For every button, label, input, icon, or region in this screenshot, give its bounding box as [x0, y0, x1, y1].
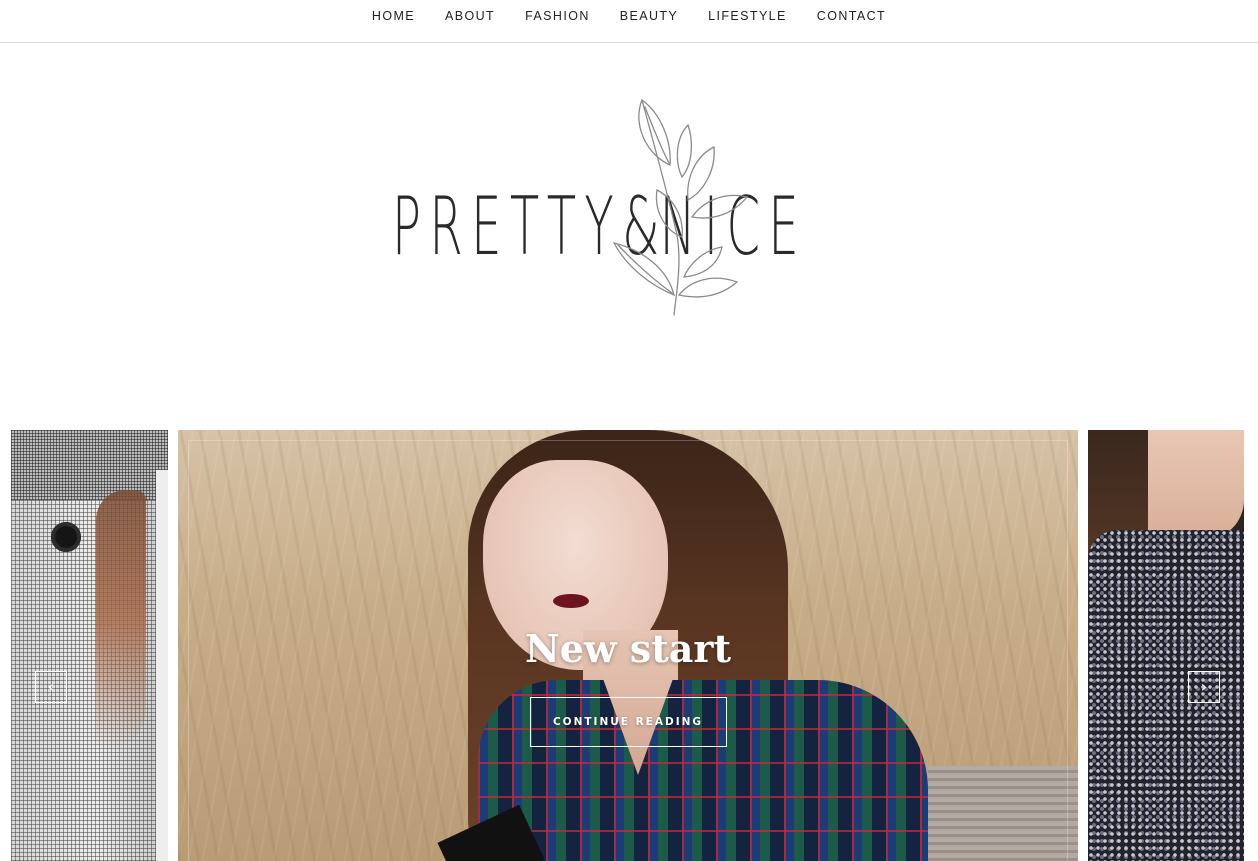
slide-image-next[interactable] [1088, 430, 1244, 861]
coat-button-graphic [51, 522, 81, 552]
nav-item-beauty[interactable]: BEAUTY [605, 9, 693, 23]
slider-prev-button[interactable]: ‹ [35, 671, 67, 703]
slide-image-previous[interactable] [11, 430, 168, 861]
nav-item-lifestyle[interactable]: LIFESTYLE [693, 9, 802, 23]
site-logo[interactable]: PRETTY&NICE [392, 95, 892, 320]
slide-caption: New start CONTINUE READING [178, 625, 1078, 747]
nav-item-home[interactable]: HOME [357, 9, 430, 23]
continue-reading-button[interactable]: CONTINUE READING [529, 697, 727, 747]
nav-item-fashion[interactable]: FASHION [510, 9, 605, 23]
top-navigation: HOME ABOUT FASHION BEAUTY LIFESTYLE CONT… [0, 0, 1258, 43]
chevron-left-icon: ‹ [47, 677, 55, 696]
nav-item-contact[interactable]: CONTACT [802, 9, 901, 23]
nav-menu: HOME ABOUT FASHION BEAUTY LIFESTYLE CONT… [357, 9, 901, 23]
slide-title[interactable]: New start [178, 625, 1078, 673]
slider-next-button[interactable]: › [1188, 671, 1220, 703]
chevron-right-icon: › [1200, 677, 1208, 696]
nav-item-about[interactable]: ABOUT [430, 9, 510, 23]
featured-slider: New start CONTINUE READING ‹ › [0, 430, 1258, 861]
leaf-branch-icon [612, 98, 749, 316]
